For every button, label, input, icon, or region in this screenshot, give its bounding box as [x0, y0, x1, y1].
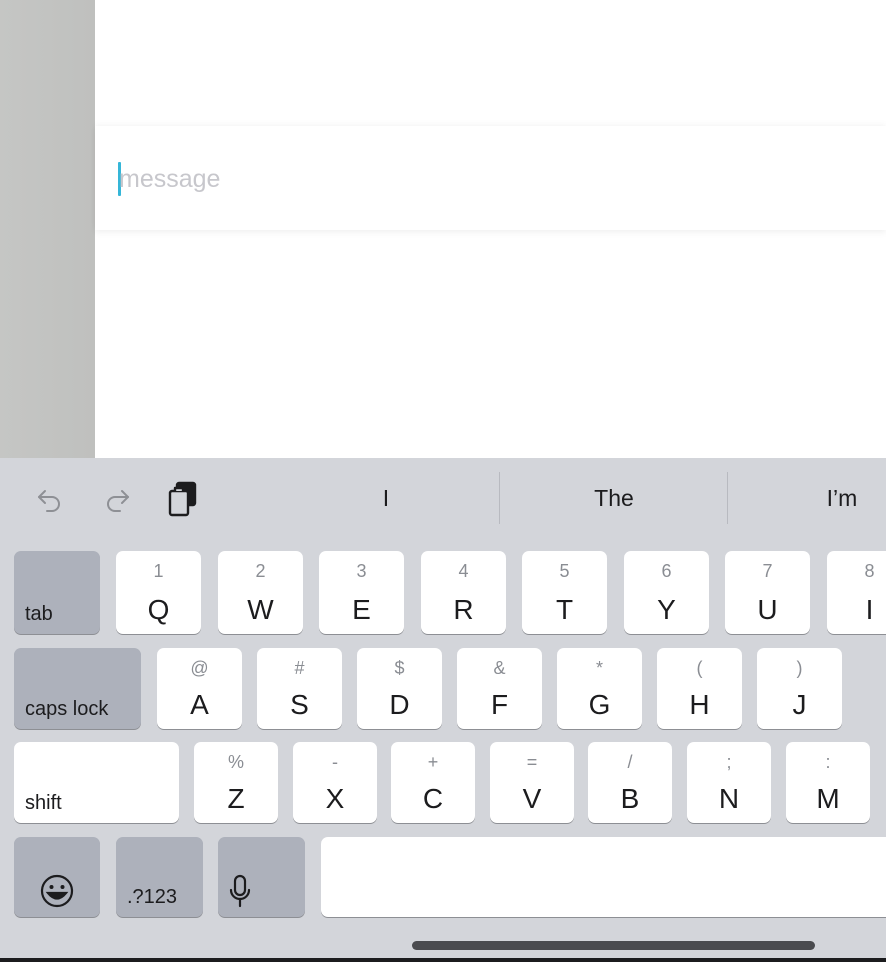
key-alt-label: 4 — [458, 561, 469, 581]
device-bottom-edge — [0, 958, 886, 962]
key-alt-label: # — [294, 658, 305, 678]
key-main-label: T — [555, 594, 574, 625]
key-alt-label: 5 — [559, 561, 570, 581]
suggestion-1[interactable]: I — [286, 476, 486, 520]
suggestion-2[interactable]: The — [514, 476, 714, 520]
key-alt-label: : — [825, 752, 831, 772]
key-r[interactable]: 4R — [421, 551, 506, 634]
key-alt-label: ( — [696, 658, 703, 678]
key-d[interactable]: $ D — [357, 648, 442, 729]
key-a[interactable]: @ A — [157, 648, 242, 729]
suggestion-divider — [727, 472, 728, 524]
home-indicator — [412, 941, 815, 950]
suggestion-divider — [499, 472, 500, 524]
key-alt-label: & — [493, 658, 506, 678]
key-j[interactable]: ) J — [757, 648, 842, 729]
key-g[interactable]: * G — [557, 648, 642, 729]
caps-lock-key[interactable]: caps lock — [14, 648, 141, 729]
key-main-label: R — [453, 594, 474, 625]
key-main-label: I — [865, 594, 874, 625]
numbers-key[interactable]: .?123 — [116, 837, 203, 917]
key-alt-label: + — [427, 752, 439, 772]
key-alt-label: 7 — [762, 561, 773, 581]
key-alt-label: 1 — [153, 561, 164, 581]
key-main-label: X — [325, 783, 345, 814]
key-main-label: D — [389, 689, 410, 720]
message-history-area — [95, 0, 886, 126]
key-n[interactable]: ; N — [687, 742, 771, 823]
key-alt-label: $ — [394, 658, 405, 678]
key-alt-label: @ — [190, 658, 209, 678]
key-alt-label: ; — [726, 752, 732, 772]
key-alt-label: ) — [796, 658, 803, 678]
key-alt-label: - — [332, 752, 338, 772]
key-main-label: B — [620, 783, 640, 814]
sidebar-edge — [0, 0, 95, 458]
dictation-key[interactable] — [218, 837, 305, 917]
key-e[interactable]: 3E — [319, 551, 404, 634]
key-z[interactable]: % Z — [194, 742, 278, 823]
key-u[interactable]: 7U — [725, 551, 810, 634]
key-v[interactable]: = V — [490, 742, 574, 823]
key-main-label: H — [689, 689, 710, 720]
key-main-label: G — [588, 689, 611, 720]
key-main-label: U — [757, 594, 778, 625]
shift-key-label: shift — [25, 792, 62, 814]
emoji-key[interactable] — [14, 837, 100, 917]
key-q[interactable]: 1Q — [116, 551, 201, 634]
tab-key[interactable]: tab — [14, 551, 100, 634]
key-t[interactable]: 5T — [522, 551, 607, 634]
space-bar[interactable] — [321, 837, 886, 917]
tab-key-label: tab — [25, 603, 53, 625]
key-i[interactable]: 8I — [827, 551, 886, 634]
key-alt-label: % — [227, 752, 244, 772]
key-main-label: E — [352, 594, 371, 625]
key-main-label: S — [290, 689, 309, 720]
key-alt-label: 6 — [661, 561, 672, 581]
key-main-label: V — [522, 783, 542, 814]
key-main-label: W — [247, 594, 274, 625]
key-x[interactable]: -X — [293, 742, 377, 823]
key-alt-label: / — [627, 752, 633, 772]
key-y[interactable]: 6Y — [624, 551, 709, 634]
key-c[interactable]: + C — [391, 742, 475, 823]
key-b[interactable]: / B — [588, 742, 672, 823]
key-alt-label: 2 — [255, 561, 266, 581]
redo-icon[interactable] — [97, 480, 137, 520]
key-alt-label: = — [526, 752, 538, 772]
key-h[interactable]: (H — [657, 648, 742, 729]
key-alt-label: 8 — [864, 561, 875, 581]
key-main-label: M — [816, 783, 840, 814]
key-m[interactable]: :M — [786, 742, 870, 823]
suggestion-3[interactable]: I’m — [742, 476, 886, 520]
message-input-placeholder[interactable]: message — [119, 164, 220, 194]
key-main-label: N — [718, 783, 740, 814]
key-f[interactable]: & F — [457, 648, 542, 729]
onscreen-keyboard: I The I’m tab 1Q2W3E4R5T6Y7U8I caps lock… — [0, 458, 886, 958]
key-main-label: A — [190, 689, 209, 720]
key-w[interactable]: 2W — [218, 551, 303, 634]
key-main-label: Q — [147, 594, 170, 625]
key-main-label: Z — [227, 783, 245, 814]
key-alt-label: * — [595, 658, 603, 678]
microphone-icon — [228, 873, 305, 909]
shift-key[interactable]: shift — [14, 742, 179, 823]
numbers-key-label: .?123 — [127, 886, 178, 908]
clipboard-paste-icon[interactable] — [162, 478, 204, 520]
key-main-label: C — [422, 783, 444, 814]
key-alt-label: 3 — [356, 561, 367, 581]
undo-icon[interactable] — [30, 480, 70, 520]
key-main-label: J — [792, 689, 807, 720]
key-main-label: F — [490, 689, 509, 720]
emoji-icon — [14, 873, 100, 909]
caps-lock-key-label: caps lock — [25, 698, 109, 720]
key-main-label: Y — [657, 594, 676, 625]
key-s[interactable]: # S — [257, 648, 342, 729]
